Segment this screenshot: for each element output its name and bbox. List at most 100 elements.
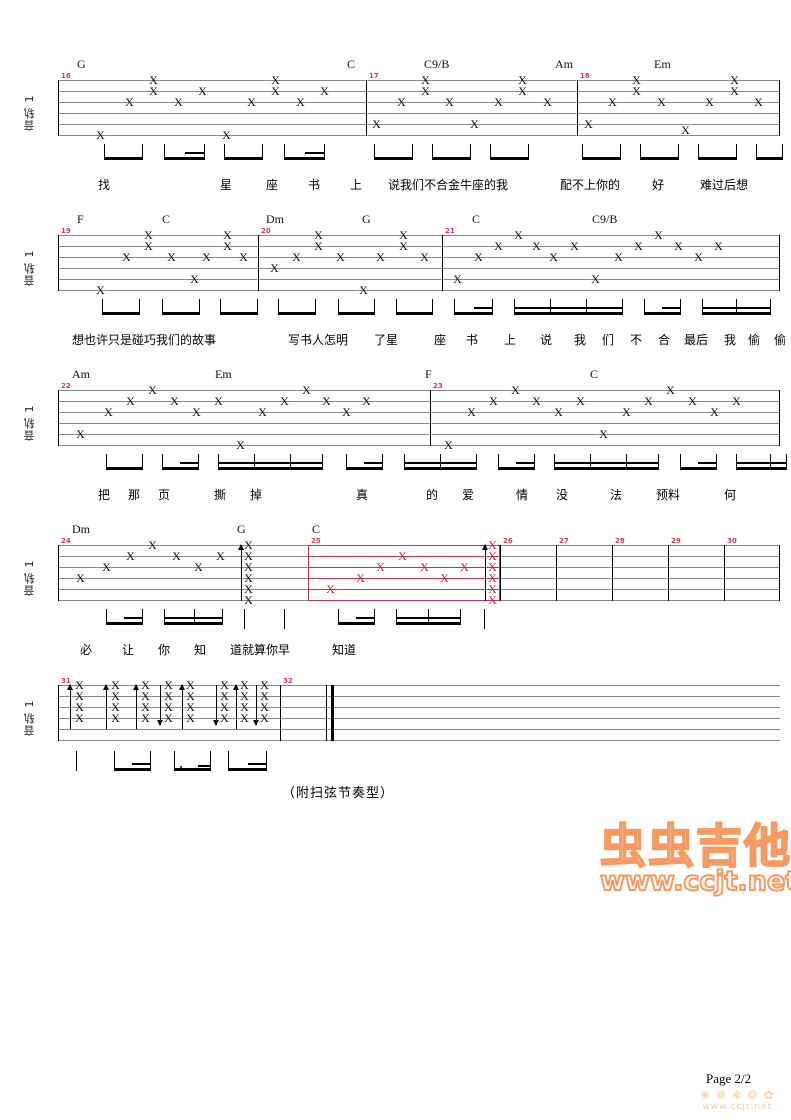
- tab-note: X: [576, 394, 585, 408]
- tab-note: X: [260, 711, 269, 725]
- tab-note: X: [754, 95, 763, 109]
- tab-note: X: [710, 405, 719, 419]
- strum-up-arrow: [133, 684, 139, 729]
- tab-note: X: [342, 405, 351, 419]
- lyric: 你: [158, 643, 171, 657]
- lyric: 偷: [748, 333, 761, 347]
- lyric: 页: [158, 488, 171, 502]
- tab-note: X: [111, 711, 120, 725]
- staff-line: [58, 124, 780, 125]
- lyric: 想也许只是碰巧我们的故事: [72, 333, 217, 347]
- tab-note: X: [202, 250, 211, 264]
- tab-note: X: [126, 394, 135, 408]
- lyric: 道就算你早: [230, 643, 291, 657]
- barline: [442, 235, 443, 291]
- tab-note: X: [399, 239, 408, 253]
- lyric: 情: [516, 488, 529, 502]
- lyric: 我: [724, 333, 737, 347]
- lyric: 书: [308, 178, 321, 192]
- strum-up-arrow: [67, 684, 73, 729]
- tab-note: X: [376, 560, 385, 574]
- strumming-pattern-caption: （附扫弦节奏型）: [282, 786, 395, 801]
- staff-line: [58, 729, 780, 730]
- measure-number: 30: [727, 537, 737, 545]
- lyric: 法: [610, 488, 623, 502]
- chord-label: Em: [654, 57, 671, 71]
- lyric: 说我们不合金牛座的我: [388, 178, 509, 192]
- barline: [668, 545, 669, 601]
- lyric: 撕: [214, 488, 227, 502]
- strum-up-arrow: [103, 684, 109, 729]
- lyric: 合: [658, 333, 671, 347]
- tab-note: X: [532, 394, 541, 408]
- lyric: 上: [504, 333, 517, 347]
- lyric: 说: [540, 333, 553, 347]
- tab-note: X: [96, 128, 105, 142]
- tab-sheet-page: 音轨 1 16 17 18 X X X X X X X X X X X X X …: [0, 0, 791, 1120]
- lyric: 的: [426, 488, 439, 502]
- strum-down-arrow: [157, 685, 163, 726]
- staff-line: [58, 401, 780, 402]
- tab-note: X: [554, 405, 563, 419]
- barline: [612, 545, 613, 601]
- tab-note: X: [470, 117, 479, 131]
- staff-line: [58, 235, 780, 236]
- chord-label: G: [237, 522, 246, 536]
- tab-note: X: [296, 95, 305, 109]
- tab-note: X: [514, 228, 523, 242]
- measure-number: 29: [671, 537, 681, 545]
- measure-number: 22: [61, 382, 71, 390]
- barline: [430, 390, 431, 446]
- system-3: 音轨 1 22 23 X X X X X X X X X X X X X X X…: [22, 367, 787, 510]
- tab-note: X: [322, 394, 331, 408]
- staff-line: [58, 268, 780, 269]
- tab-note: X: [420, 560, 429, 574]
- chord-label: Dm: [72, 522, 90, 536]
- tab-note: X: [148, 538, 157, 552]
- chord-label: F: [425, 367, 432, 381]
- measure-number: 16: [61, 72, 71, 80]
- barline: [577, 80, 578, 136]
- measure-number: 26: [503, 537, 513, 545]
- strum-up-arrow: [233, 684, 239, 729]
- chord-label: Em: [215, 367, 232, 381]
- tab-note: X: [440, 571, 449, 585]
- tab-note: X: [584, 117, 593, 131]
- tab-note: X: [302, 383, 311, 397]
- tab-note: X: [397, 95, 406, 109]
- barline: [258, 235, 259, 291]
- system-5: 音轨 1 31 32 XXXX XXXX XXXX X X X X X X X …: [22, 677, 782, 787]
- tab-note: X: [608, 95, 617, 109]
- tab-note: X: [632, 84, 641, 98]
- chord-label: Dm: [266, 212, 284, 226]
- tab-note: X: [170, 394, 179, 408]
- tab-note: X: [488, 593, 497, 607]
- tab-note: X: [172, 549, 181, 563]
- footer-logo: ❀ ❁ ❃ ❂ ✿ www.ccjt.net: [700, 1088, 775, 1112]
- tab-note: X: [258, 405, 267, 419]
- chord-label: C: [347, 57, 356, 71]
- track-label: 音轨 1: [23, 559, 36, 597]
- tab-note: X: [654, 228, 663, 242]
- tab-note: X: [599, 427, 608, 441]
- tab-note: X: [714, 239, 723, 253]
- tab-note: X: [76, 427, 85, 441]
- lyric: 书: [466, 333, 479, 347]
- lyric: 必: [80, 643, 93, 657]
- tab-note: X: [144, 239, 153, 253]
- barline: [280, 685, 281, 741]
- staff-line: [58, 412, 780, 413]
- barline: [779, 545, 780, 601]
- chord-label: Am: [555, 57, 573, 71]
- tab-note: X: [192, 405, 201, 419]
- tab-note: X: [222, 128, 231, 142]
- lyric: 难过后想: [700, 178, 749, 192]
- lyric: 好: [652, 178, 665, 192]
- strum-down-arrow: [213, 685, 219, 726]
- measure-number: 24: [61, 537, 71, 545]
- tab-note: X: [75, 711, 84, 725]
- tab-note: X: [681, 123, 690, 137]
- chord-label: Am: [72, 367, 90, 381]
- tab-note: X: [359, 283, 368, 297]
- tab-note: X: [164, 711, 173, 725]
